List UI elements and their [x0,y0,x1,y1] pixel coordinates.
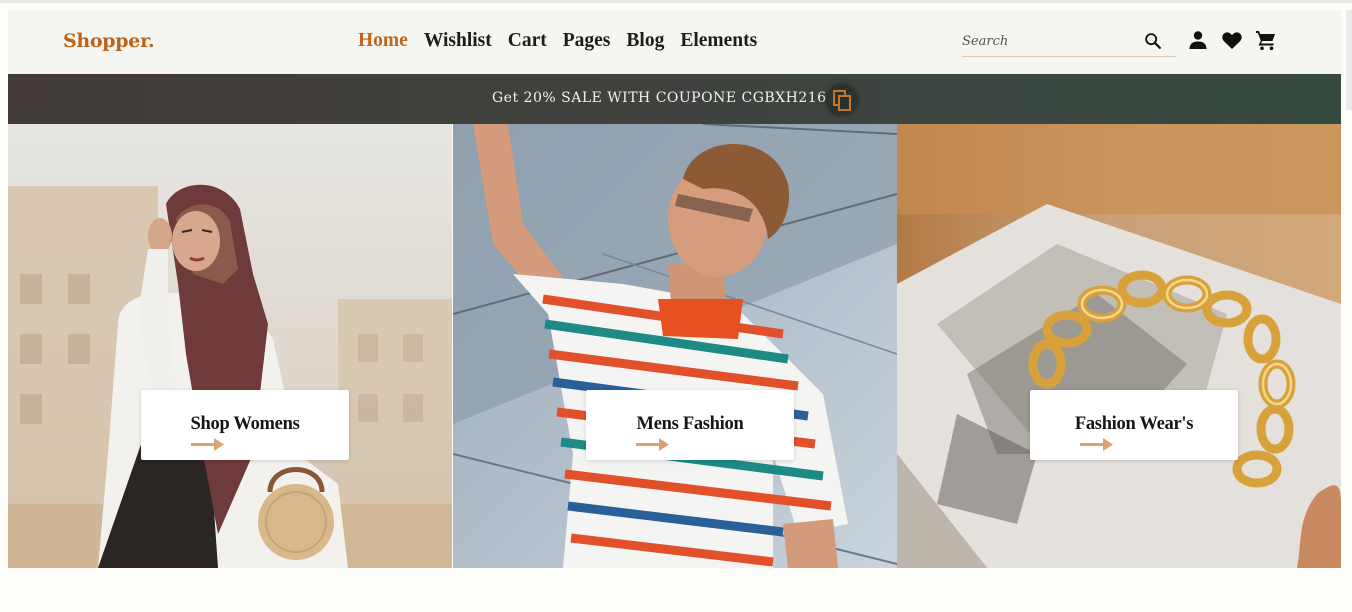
tile-title: Mens Fashion [636,414,744,434]
nav-cart[interactable]: Cart [508,30,547,52]
tile-fashion-wears[interactable]: Fashion Wear's [897,124,1341,568]
nav-wishlist[interactable]: Wishlist [424,30,492,52]
top-divider [0,0,1352,3]
arrow-right-icon [1080,438,1113,451]
arrow-right-icon [191,438,224,451]
tile-mens-fashion[interactable]: Mens Fashion [453,124,897,568]
tile-title: Fashion Wear's [1074,414,1194,434]
fashion-photo [897,124,1341,568]
cart-icon[interactable] [1254,28,1278,52]
search-box [962,28,1176,57]
search-input[interactable] [962,30,1132,52]
shop-womens-card[interactable]: Shop Womens [141,390,349,460]
men-photo [453,124,897,568]
copy-icon [833,90,851,111]
arrow-right-icon [636,438,669,451]
nav-elements[interactable]: Elements [680,30,757,52]
tile-shop-womens[interactable]: Shop Womens [8,124,452,568]
women-photo [8,124,452,568]
coupon-banner: Get 20% SALE WITH COUPONE CGBXH216 [8,74,1341,124]
coupon-text: Get 20% SALE WITH COUPONE CGBXH216 [492,90,827,106]
heart-icon[interactable] [1220,28,1244,52]
mens-fashion-card[interactable]: Mens Fashion [586,390,794,460]
nav-home[interactable]: Home [358,30,408,52]
copy-coupon-button[interactable] [826,84,858,116]
fashion-wears-card[interactable]: Fashion Wear's [1030,390,1238,460]
scrollbar[interactable] [1346,10,1352,110]
user-icon[interactable] [1186,28,1210,52]
nav-pages[interactable]: Pages [563,30,611,52]
search-icon[interactable] [1142,30,1164,52]
header-icons [1186,28,1278,52]
page: Shopper. Home Wishlist Cart Pages Blog E… [0,0,1352,612]
site-header: Shopper. Home Wishlist Cart Pages Blog E… [8,10,1341,74]
site-frame: Shopper. Home Wishlist Cart Pages Blog E… [8,10,1341,568]
nav-blog[interactable]: Blog [626,30,664,52]
tile-title: Shop Womens [190,414,300,434]
logo[interactable]: Shopper. [63,30,155,52]
category-tiles: Shop Womens Mens Fashion Fashion Wear's [8,124,1341,568]
main-nav: Home Wishlist Cart Pages Blog Elements [358,30,773,52]
